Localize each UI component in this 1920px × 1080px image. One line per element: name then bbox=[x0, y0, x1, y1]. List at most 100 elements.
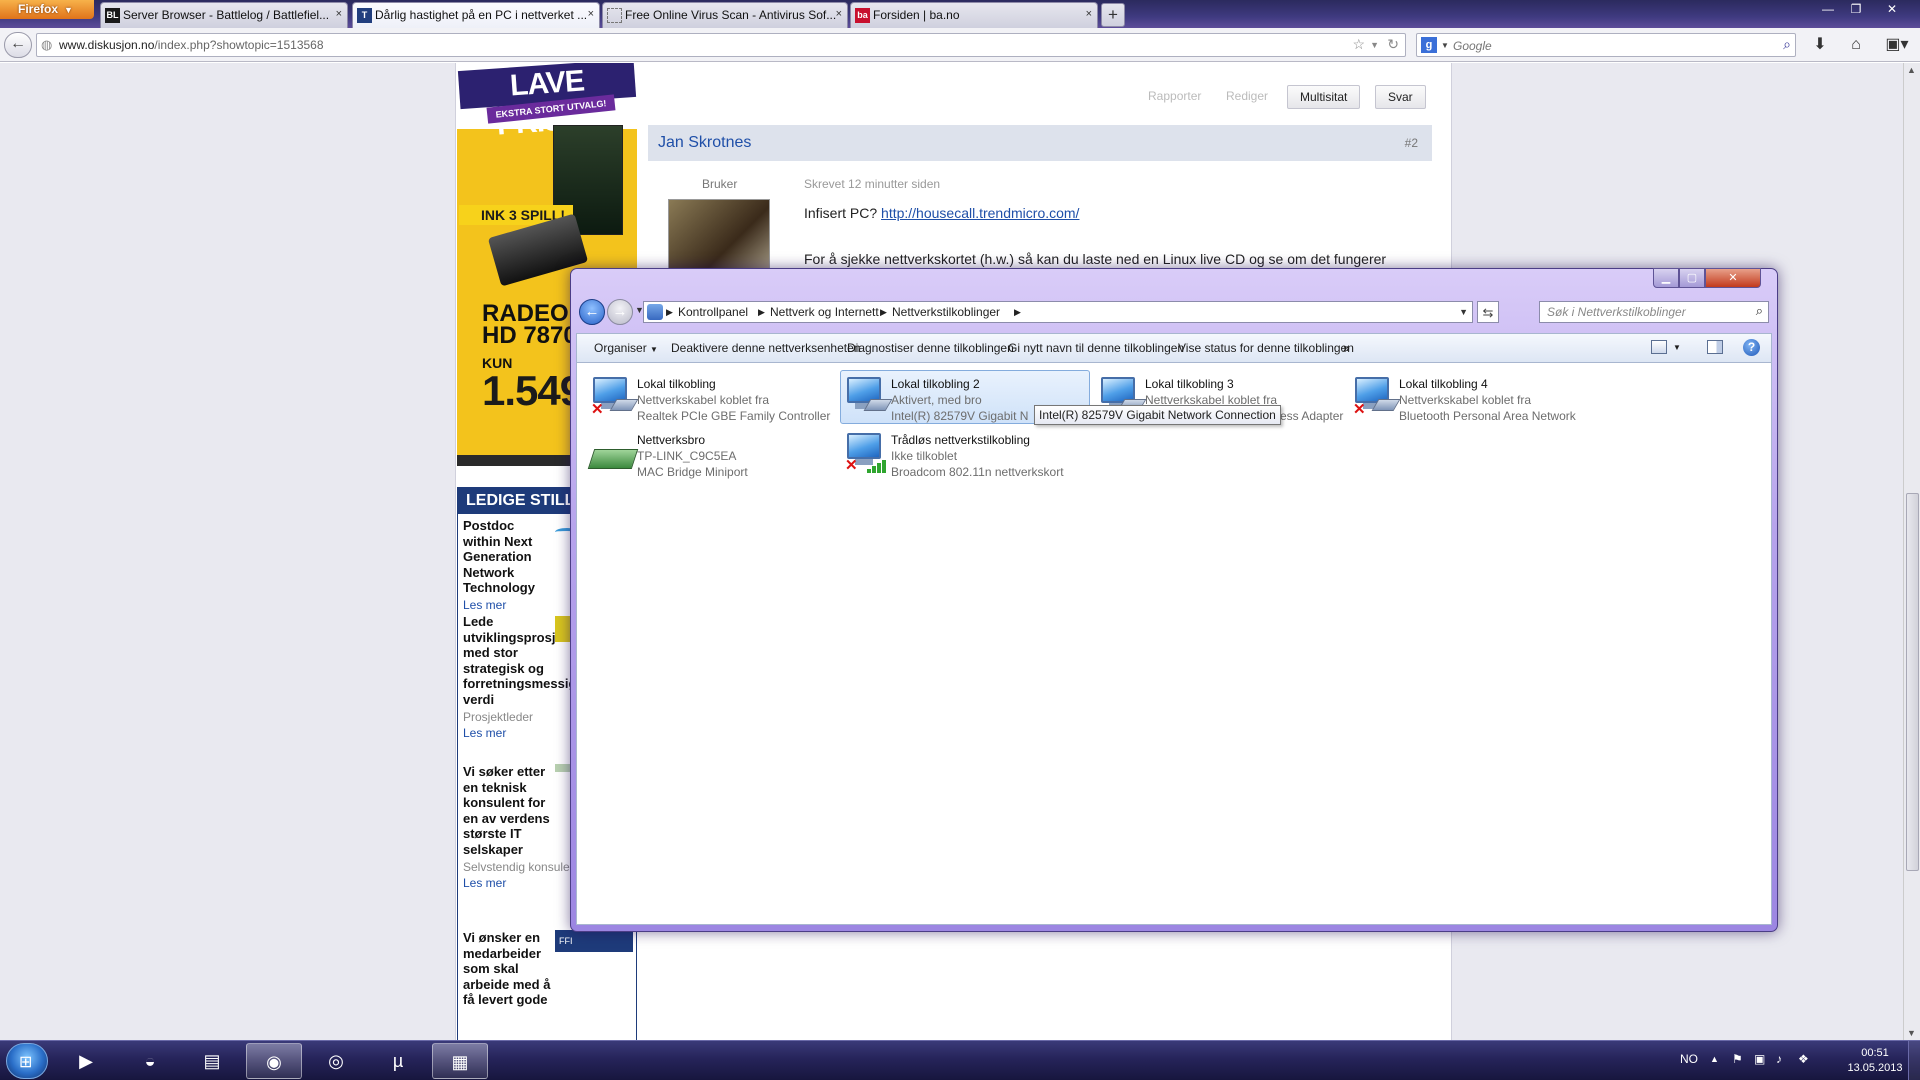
chrome-icon[interactable]: ◎ bbox=[308, 1043, 364, 1079]
volume-icon[interactable]: ♪ bbox=[1776, 1052, 1782, 1066]
url-bar[interactable]: ◍ www.diskusjon.no/index.php?showtopic=1… bbox=[36, 33, 1406, 57]
view-status-command[interactable]: Vise status for denne tilkoblingen bbox=[1178, 334, 1354, 362]
report-button[interactable]: Rapporter bbox=[1136, 85, 1213, 109]
preview-pane-icon[interactable] bbox=[1707, 340, 1723, 354]
search-input[interactable]: Søk i Nettverkstilkoblinger ⌕ bbox=[1539, 301, 1769, 323]
back-button[interactable]: ← bbox=[4, 32, 32, 58]
close-button[interactable]: ✕ bbox=[1705, 268, 1761, 288]
tab-ba[interactable]: ba Forsiden | ba.no × bbox=[850, 2, 1098, 28]
start-button[interactable]: ⊞ bbox=[6, 1043, 48, 1079]
reload-icon[interactable]: ↻ bbox=[1387, 36, 1399, 53]
breadcrumb-item-kontrollpanel[interactable]: Kontrollpanel bbox=[678, 302, 748, 322]
forward-button[interactable]: → bbox=[607, 299, 633, 325]
post-number[interactable]: #2 bbox=[1405, 136, 1418, 150]
home-icon[interactable]: ⌂ bbox=[1844, 33, 1868, 57]
connection-lokal-tilkobling[interactable]: ✕ Lokal tilkobling Nettverkskabel koblet… bbox=[587, 371, 839, 423]
job-title[interactable]: Lede utviklingsprosjekt med stor strateg… bbox=[463, 614, 576, 707]
dropbox-icon[interactable]: ❖ bbox=[1798, 1052, 1809, 1066]
connection-lokal-tilkobling-4[interactable]: ✕ Lokal tilkobling 4 Nettverkskabel kobl… bbox=[1349, 371, 1629, 423]
chevron-right-icon[interactable]: ▶ bbox=[880, 302, 887, 322]
job-title[interactable]: Vi søker etter en teknisk konsulent for … bbox=[463, 764, 553, 857]
tab-battlelog[interactable]: BL Server Browser - Battlelog / Battlefi… bbox=[100, 2, 348, 28]
connection-nettverksbro[interactable]: Nettverksbro TP-LINK_C9C5EA MAC Bridge M… bbox=[587, 427, 839, 479]
multiquote-button[interactable]: Multisitat bbox=[1287, 85, 1361, 109]
breadcrumb-item-nettverk[interactable]: Nettverk og Internett bbox=[770, 302, 879, 322]
edit-button[interactable]: Rediger bbox=[1214, 85, 1280, 109]
tab-favicon: BL bbox=[105, 8, 120, 23]
connection-status: Nettverkskabel koblet fra bbox=[1399, 393, 1532, 407]
browser-tab-strip: Firefox ▼ BL Server Browser - Battlelog /… bbox=[0, 0, 1920, 28]
post-header: Jan Skrotnes #2 bbox=[648, 125, 1432, 161]
action-center-flag-icon[interactable]: ⚑ bbox=[1732, 1052, 1743, 1066]
tab-diskusjon[interactable]: T Dårlig hastighet på en PC i nettverket… bbox=[352, 2, 600, 28]
organize-menu[interactable]: Organiser ▼ bbox=[594, 334, 658, 362]
maximize-button[interactable]: ❐ bbox=[1842, 0, 1870, 18]
chevron-right-icon[interactable]: ▶ bbox=[758, 302, 765, 322]
breadcrumb-item-tilkoblinger[interactable]: Nettverkstilkoblinger bbox=[892, 302, 1000, 322]
utorrent-icon[interactable]: µ bbox=[370, 1043, 426, 1079]
chevron-down-icon[interactable]: ▼ bbox=[1441, 41, 1449, 50]
scrollbar-thumb[interactable] bbox=[1906, 493, 1919, 871]
wireless-icon: ✕ bbox=[845, 431, 886, 473]
search-icon[interactable]: ⌕ bbox=[1756, 303, 1763, 319]
arrow-left-icon: ← bbox=[584, 303, 600, 320]
help-icon[interactable]: ? bbox=[1743, 339, 1760, 356]
connection-name: Lokal tilkobling 2 bbox=[891, 377, 980, 391]
bookmarks-menu-icon[interactable]: ▣▾ bbox=[1880, 33, 1914, 57]
clock[interactable]: 00:51 13.05.2013 bbox=[1846, 1046, 1904, 1076]
job-title[interactable]: Vi ønsker en medarbeider som skal arbeid… bbox=[463, 930, 553, 1008]
language-indicator[interactable]: NO bbox=[1680, 1052, 1698, 1066]
diagnose-command[interactable]: Diagnostiser denne tilkoblingen bbox=[847, 334, 1014, 362]
back-button[interactable]: ← bbox=[579, 299, 605, 325]
file-explorer-icon[interactable]: ▤ bbox=[184, 1043, 240, 1079]
new-tab-button[interactable]: + bbox=[1101, 3, 1125, 27]
tab-virus-scan[interactable]: Free Online Virus Scan - Antivirus Sof..… bbox=[602, 2, 848, 28]
reply-button[interactable]: Svar bbox=[1375, 85, 1426, 109]
search-bar[interactable]: g ▼ Google ⌕ bbox=[1416, 33, 1796, 57]
media-player-icon[interactable]: ▶ bbox=[58, 1043, 114, 1079]
rename-command[interactable]: Gi nytt navn til denne tilkoblingen bbox=[1008, 334, 1184, 362]
url-path: /index.php?showtopic=1513568 bbox=[154, 38, 324, 52]
chevron-right-icon[interactable]: ▶ bbox=[666, 302, 673, 322]
search-icon[interactable]: ⌕ bbox=[1783, 36, 1791, 53]
network-tray-icon[interactable]: ▣ bbox=[1754, 1052, 1765, 1066]
close-icon[interactable]: × bbox=[336, 8, 342, 20]
show-hidden-icons[interactable]: ▲ bbox=[1710, 1054, 1719, 1064]
chevron-down-icon[interactable]: ▼ bbox=[1370, 40, 1379, 50]
close-button[interactable]: ✕ bbox=[1870, 0, 1914, 18]
chevron-down-icon: ▼ bbox=[650, 345, 658, 354]
network-connections-icon[interactable]: ▦ bbox=[432, 1043, 488, 1079]
chevron-right-icon[interactable]: ▶ bbox=[1014, 302, 1021, 322]
close-icon[interactable]: × bbox=[588, 8, 594, 20]
show-desktop-button[interactable] bbox=[1908, 1041, 1920, 1080]
close-icon[interactable]: × bbox=[1086, 8, 1092, 20]
chevron-down-icon[interactable]: ▼ bbox=[1459, 302, 1468, 322]
close-icon[interactable]: × bbox=[836, 8, 842, 20]
scroll-down-icon[interactable]: ▼ bbox=[1907, 1028, 1916, 1038]
tab-label: Server Browser - Battlelog / Battlefiel.… bbox=[123, 8, 330, 22]
minimize-button[interactable]: — bbox=[1814, 0, 1842, 18]
breadcrumb[interactable]: ▶ Kontrollpanel ▶ Nettverk og Internett … bbox=[643, 301, 1473, 323]
tab-label: Free Online Virus Scan - Antivirus Sof..… bbox=[625, 8, 837, 22]
organize-label: Organiser bbox=[594, 341, 647, 355]
maximize-button[interactable]: ▢ bbox=[1679, 268, 1705, 288]
chevron-down-icon[interactable]: ▼ bbox=[1673, 334, 1681, 362]
post-author[interactable]: Jan Skrotnes bbox=[658, 134, 751, 152]
trendmicro-link[interactable]: http://housecall.trendmicro.com/ bbox=[881, 205, 1079, 221]
change-view-icon[interactable] bbox=[1651, 340, 1667, 354]
disable-device-command[interactable]: Deaktivere denne nettverksenheten bbox=[671, 334, 860, 362]
page-scrollbar[interactable]: ▲ ▼ bbox=[1903, 63, 1920, 1040]
connection-tradlos[interactable]: ✕ Trådløs nettverkstilkobling Ikke tilko… bbox=[841, 427, 1093, 479]
minimize-button[interactable]: ▁ bbox=[1653, 268, 1679, 288]
refresh-button[interactable]: ⇆ bbox=[1477, 301, 1499, 323]
scroll-up-icon[interactable]: ▲ bbox=[1907, 65, 1916, 75]
vlc-player-icon[interactable]: ◒ bbox=[122, 1043, 178, 1079]
more-commands-button[interactable]: » bbox=[1343, 334, 1350, 362]
network-disconnected-icon: ✕ bbox=[591, 375, 639, 417]
firefox-icon[interactable]: ◉ bbox=[246, 1043, 302, 1079]
job-item[interactable]: Vi ønsker en medarbeider som skal arbeid… bbox=[463, 930, 633, 1008]
job-title[interactable]: Postdoc within Next Generation Network T… bbox=[463, 518, 553, 596]
download-icon[interactable]: ⬇ bbox=[1808, 33, 1832, 57]
firefox-menu-button[interactable]: Firefox ▼ bbox=[0, 0, 94, 19]
star-icon[interactable]: ☆ bbox=[1352, 36, 1365, 53]
